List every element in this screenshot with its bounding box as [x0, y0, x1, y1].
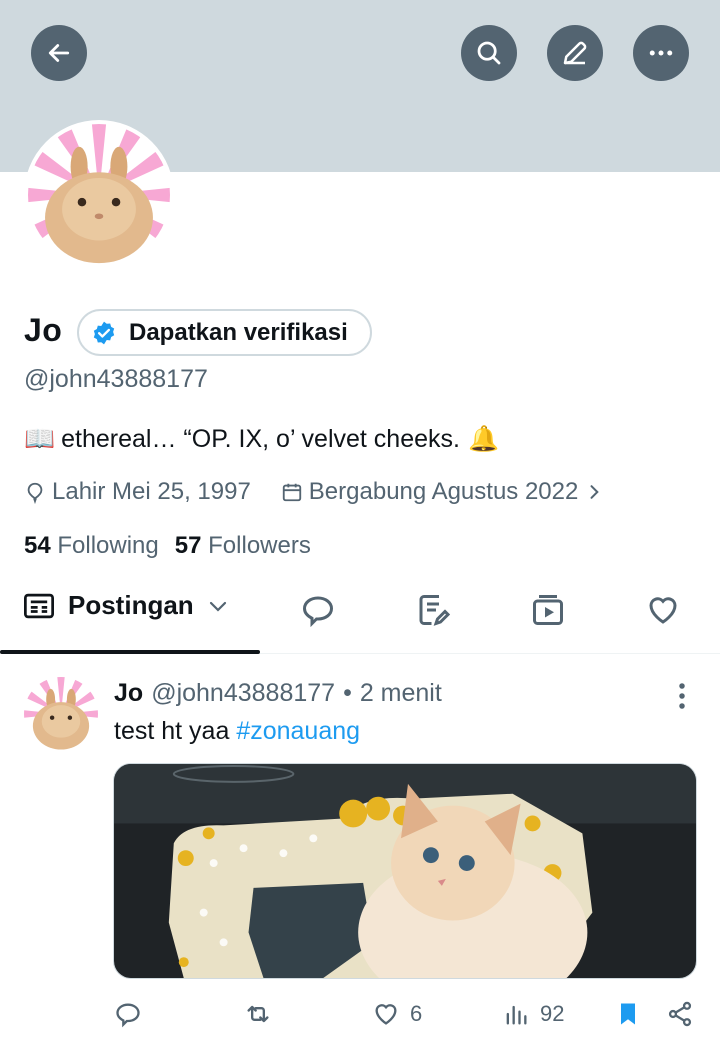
- post-avatar[interactable]: [24, 677, 98, 751]
- birth-date: Lahir Mei 25, 1997: [24, 478, 251, 506]
- more-options-button[interactable]: [633, 25, 689, 81]
- rabbit-avatar-image: [28, 124, 170, 266]
- tab-posts[interactable]: Postingan: [22, 590, 230, 621]
- chevron-down-icon: [209, 601, 226, 612]
- heart-icon: [375, 1004, 397, 1025]
- profile-tabs: Postingan: [0, 580, 720, 654]
- profile-avatar[interactable]: [24, 120, 174, 270]
- post-time[interactable]: 2 menit: [360, 679, 442, 708]
- arrow-left-icon: [48, 44, 70, 62]
- analytics-icon: [506, 1005, 527, 1025]
- more-vertical-icon[interactable]: [672, 681, 692, 711]
- profile-meta: Lahir Mei 25, 1997 Bergabung Agustus 202…: [24, 478, 604, 506]
- post-text: test ht yaa #zonauang: [114, 717, 360, 746]
- edit-button[interactable]: [547, 25, 603, 81]
- followers-label: Followers: [208, 532, 311, 559]
- post-hashtag-link[interactable]: #zonauang: [236, 717, 360, 745]
- active-tab-indicator: [0, 650, 260, 654]
- followers-link[interactable]: 57 Followers: [175, 532, 311, 560]
- heart-icon[interactable]: [645, 592, 681, 628]
- article-edit-icon[interactable]: [415, 592, 451, 628]
- following-count: 54: [24, 532, 51, 559]
- post-item[interactable]: Jo @john43888177 • 2 menit test ht yaa #…: [0, 655, 720, 1051]
- timeline-icon: [24, 593, 54, 618]
- tab-posts-label: Postingan: [68, 590, 194, 620]
- bookmark-filled-icon: [621, 1003, 635, 1025]
- following-label: Following: [57, 532, 159, 559]
- followers-count: 57: [174, 532, 202, 559]
- view-count: 92: [540, 1001, 565, 1026]
- follow-stats: 54 Following 57 Followers: [24, 532, 311, 560]
- post-header: Jo @john43888177 • 2 menit: [114, 679, 442, 708]
- repost-button[interactable]: [244, 1000, 272, 1028]
- profile-handle: @john43888177: [24, 365, 208, 393]
- repost-icon: [247, 1005, 269, 1023]
- share-button[interactable]: [666, 1000, 694, 1028]
- post-text-body: test ht yaa: [114, 717, 230, 745]
- views-button[interactable]: 92: [502, 1000, 564, 1028]
- pencil-icon: [563, 41, 587, 65]
- get-verified-label: Dapatkan verifikasi: [129, 318, 348, 346]
- bell-emoji: 🔔: [467, 425, 500, 453]
- profile-name: Jo: [24, 312, 63, 348]
- media-play-icon[interactable]: [530, 592, 566, 628]
- cat-flowers-photo: [114, 764, 696, 978]
- post-separator: •: [343, 679, 352, 707]
- search-button[interactable]: [461, 25, 517, 81]
- reply-bubble-icon[interactable]: [300, 592, 336, 628]
- like-button[interactable]: 6: [372, 1000, 422, 1028]
- calendar-icon: [282, 483, 301, 502]
- share-icon: [668, 1001, 692, 1027]
- post-image[interactable]: [113, 763, 697, 979]
- post-author-name[interactable]: Jo: [114, 679, 143, 708]
- balloon-icon: [27, 482, 43, 504]
- rabbit-avatar-image: [24, 677, 98, 751]
- search-icon: [477, 41, 501, 65]
- more-horizontal-icon: [649, 50, 673, 56]
- joined-label: Bergabung Agustus 2022: [308, 478, 579, 505]
- post-author-handle[interactable]: @john43888177: [151, 679, 335, 708]
- reply-icon: [116, 1003, 140, 1028]
- profile-bio: 📖 ethereal… “OP. IX, o’ velvet cheeks. 🔔: [24, 425, 499, 454]
- following-link[interactable]: 54 Following: [24, 532, 159, 560]
- chevron-right-icon: [590, 485, 600, 499]
- birth-label: Lahir Mei 25, 1997: [52, 478, 251, 505]
- open-book-emoji: 📖: [24, 425, 56, 453]
- join-date[interactable]: Bergabung Agustus 2022: [281, 478, 605, 506]
- get-verified-button[interactable]: Dapatkan verifikasi: [77, 309, 372, 356]
- post-actions: 6 92: [0, 1000, 720, 1040]
- bio-text: ethereal… “OP. IX, o’ velvet cheeks.: [61, 425, 460, 453]
- reply-button[interactable]: [114, 1000, 142, 1028]
- back-button[interactable]: [31, 25, 87, 81]
- bookmark-button[interactable]: [614, 1000, 642, 1028]
- like-count: 6: [410, 1001, 423, 1026]
- verified-badge-icon: [93, 321, 115, 344]
